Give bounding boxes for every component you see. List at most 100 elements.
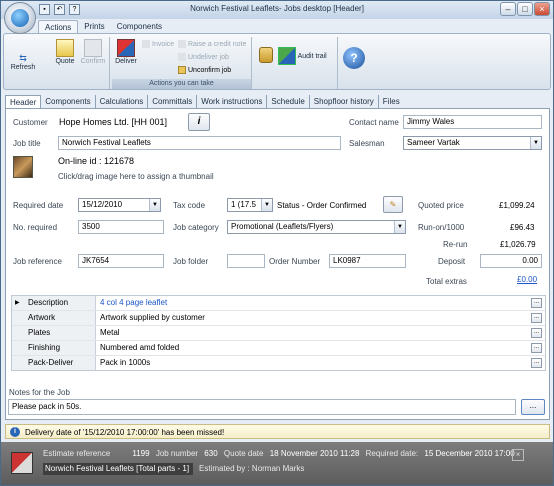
quoted-price-value: £1,099.24 <box>499 201 535 210</box>
rerun-label: Re-run <box>443 240 468 249</box>
tab-prints[interactable]: Prints <box>78 20 110 33</box>
table-row[interactable]: Artwork Artwork supplied by customer ... <box>12 311 545 326</box>
audit-trail-button[interactable]: Audit trail <box>278 47 338 65</box>
customer-value: Hope Homes Ltd. [HH 001] <box>59 117 168 127</box>
spec-label-finishing: Finishing <box>12 341 96 355</box>
job-number-value: 630 <box>204 449 218 458</box>
undeliver-job-button[interactable]: Undeliver job <box>178 53 229 63</box>
ribbon: ⇆ Refresh Quote Confirm Deliver Invoice … <box>3 33 551 90</box>
maximize-button[interactable]: □ <box>517 2 533 16</box>
ellipsis-button[interactable]: ... <box>531 358 542 368</box>
tab-actions[interactable]: Actions <box>38 20 79 33</box>
close-icon[interactable]: × <box>512 449 524 461</box>
confirm-button[interactable]: Confirm <box>79 39 107 65</box>
quote-label: Quote <box>55 58 75 65</box>
spec-value-finishing[interactable]: Numbered amd folded <box>100 341 179 355</box>
job-category-dropdown[interactable]: Promotional (Leaflets/Flyers) ▼ <box>227 220 406 234</box>
spec-label-pack-deliver: Pack-Deliver <box>12 356 96 370</box>
job-reference-input[interactable]: JK7654 <box>78 254 164 268</box>
chevron-down-icon: ▼ <box>261 199 272 211</box>
ribbon-group-help: ? <box>340 37 370 89</box>
tab-calculations[interactable]: Calculations <box>96 95 149 109</box>
chevron-down-icon: ▼ <box>530 137 541 149</box>
spec-value-artwork[interactable]: Artwork supplied by customer <box>100 311 205 325</box>
info-message: Delivery date of '15/12/2010 17:00:00' h… <box>25 428 225 437</box>
unconfirm-label: Unconfirm job <box>188 67 232 74</box>
ellipsis-button[interactable]: ... <box>531 313 542 323</box>
close-button[interactable]: × <box>534 2 550 16</box>
tab-work-instructions[interactable]: Work instructions <box>197 95 268 109</box>
required-date-label: Required date <box>13 201 64 210</box>
job-folder-input[interactable] <box>227 254 265 268</box>
notes-ellipsis-button[interactable]: ... <box>521 399 545 415</box>
no-required-input[interactable]: 3500 <box>78 220 164 234</box>
invoice-button[interactable]: Invoice <box>142 40 174 50</box>
raise-credit-note-button[interactable]: Raise a credit note <box>178 40 246 50</box>
refresh-label: Refresh <box>10 64 36 71</box>
deposit-input[interactable]: 0.00 <box>480 254 542 268</box>
table-row[interactable]: Finishing Numbered amd folded ... <box>12 341 545 356</box>
info-bar: i Delivery date of '15/12/2010 17:00:00'… <box>5 424 550 439</box>
undeliver-label: Undeliver job <box>188 54 229 61</box>
notes-label: Notes for the Job <box>9 388 70 397</box>
help-button[interactable]: ? <box>342 47 366 69</box>
quote-date-value: 18 November 2010 11:28 <box>269 449 360 458</box>
refresh-button[interactable]: ⇆ Refresh <box>9 53 37 71</box>
title-bar: ▪ ↶ ? Norwich Festival Leaflets- Jobs de… <box>1 1 553 19</box>
job-number-label: Job number <box>155 449 199 458</box>
table-row[interactable]: Pack-Deliver Pack in 1000s ... <box>12 356 545 371</box>
tab-components-page[interactable]: Components <box>41 95 96 109</box>
customer-info-button[interactable]: i <box>188 113 210 131</box>
deliver-button[interactable]: Deliver <box>113 39 139 65</box>
job-folder-label: Job folder <box>173 257 209 266</box>
tab-shopfloor-history[interactable]: Shopfloor history <box>310 95 379 109</box>
spec-value-pack-deliver[interactable]: Pack in 1000s <box>100 356 150 370</box>
tax-code-dropdown[interactable]: 1 (17.5 ▼ <box>227 198 273 212</box>
order-number-input[interactable]: LK0987 <box>329 254 406 268</box>
status-required-date-label: Required date: <box>365 449 419 458</box>
salesman-value: Sameer Vartak <box>407 138 460 147</box>
calendar-dropdown-icon: ▼ <box>149 199 160 211</box>
status-line-1: Estimate reference 1199 Job number 630 Q… <box>43 449 515 458</box>
ribbon-group-actions: Deliver Invoice Raise a credit note Unde… <box>112 37 252 89</box>
help-circle-icon: ? <box>343 47 365 69</box>
spec-value-plates[interactable]: Metal <box>100 326 120 340</box>
salesman-dropdown[interactable]: Sameer Vartak ▼ <box>403 136 542 150</box>
required-date-picker[interactable]: 15/12/2010 ▼ <box>78 198 161 212</box>
row-pointer-icon: ▶ <box>15 300 20 306</box>
contact-name-input[interactable]: Jimmy Wales <box>403 115 542 129</box>
spec-label: Description <box>28 298 69 307</box>
job-icon <box>11 452 33 474</box>
deliver-truck-icon <box>117 39 135 57</box>
rerun-value: £1,026.79 <box>500 240 536 249</box>
tab-header[interactable]: Header <box>5 95 42 109</box>
total-extras-link[interactable]: £0.00 <box>517 275 537 284</box>
invoice-label: Invoice <box>152 41 175 48</box>
lock-button[interactable] <box>258 47 274 64</box>
job-thumbnail[interactable] <box>13 156 33 178</box>
tab-schedule[interactable]: Schedule <box>267 95 310 109</box>
ellipsis-button[interactable]: ... <box>531 343 542 353</box>
table-row[interactable]: Plates Metal ... <box>12 326 545 341</box>
notes-input[interactable]: Please pack in 50s. <box>8 399 516 415</box>
tab-committals[interactable]: Committals <box>148 95 198 109</box>
application-orb-button[interactable] <box>4 2 36 34</box>
quote-button[interactable]: Quote <box>53 39 77 65</box>
tab-files[interactable]: Files <box>379 95 404 109</box>
total-extras-label: Total extras <box>426 277 467 286</box>
ellipsis-button[interactable]: ... <box>531 298 542 308</box>
tab-components[interactable]: Components <box>111 20 168 33</box>
audit-trail-label: Audit trail <box>297 52 327 60</box>
spec-label-plates: Plates <box>12 326 96 340</box>
spec-value-description[interactable]: 4 col 4 page leaflet <box>100 296 167 310</box>
no-required-label: No. required <box>13 223 58 232</box>
edit-status-button[interactable]: ✎ <box>383 196 403 213</box>
refresh-icon: ⇆ <box>19 53 27 63</box>
estimate-ref-value: 1199 <box>132 449 150 458</box>
job-title-input[interactable]: Norwich Festival Leaflets <box>58 136 341 150</box>
ellipsis-button[interactable]: ... <box>531 328 542 338</box>
table-row[interactable]: ▶ Description 4 col 4 page leaflet ... <box>12 296 545 311</box>
pencil-icon: ✎ <box>389 200 397 209</box>
unconfirm-job-button[interactable]: Unconfirm job <box>178 66 231 76</box>
minimize-button[interactable]: – <box>500 2 516 16</box>
